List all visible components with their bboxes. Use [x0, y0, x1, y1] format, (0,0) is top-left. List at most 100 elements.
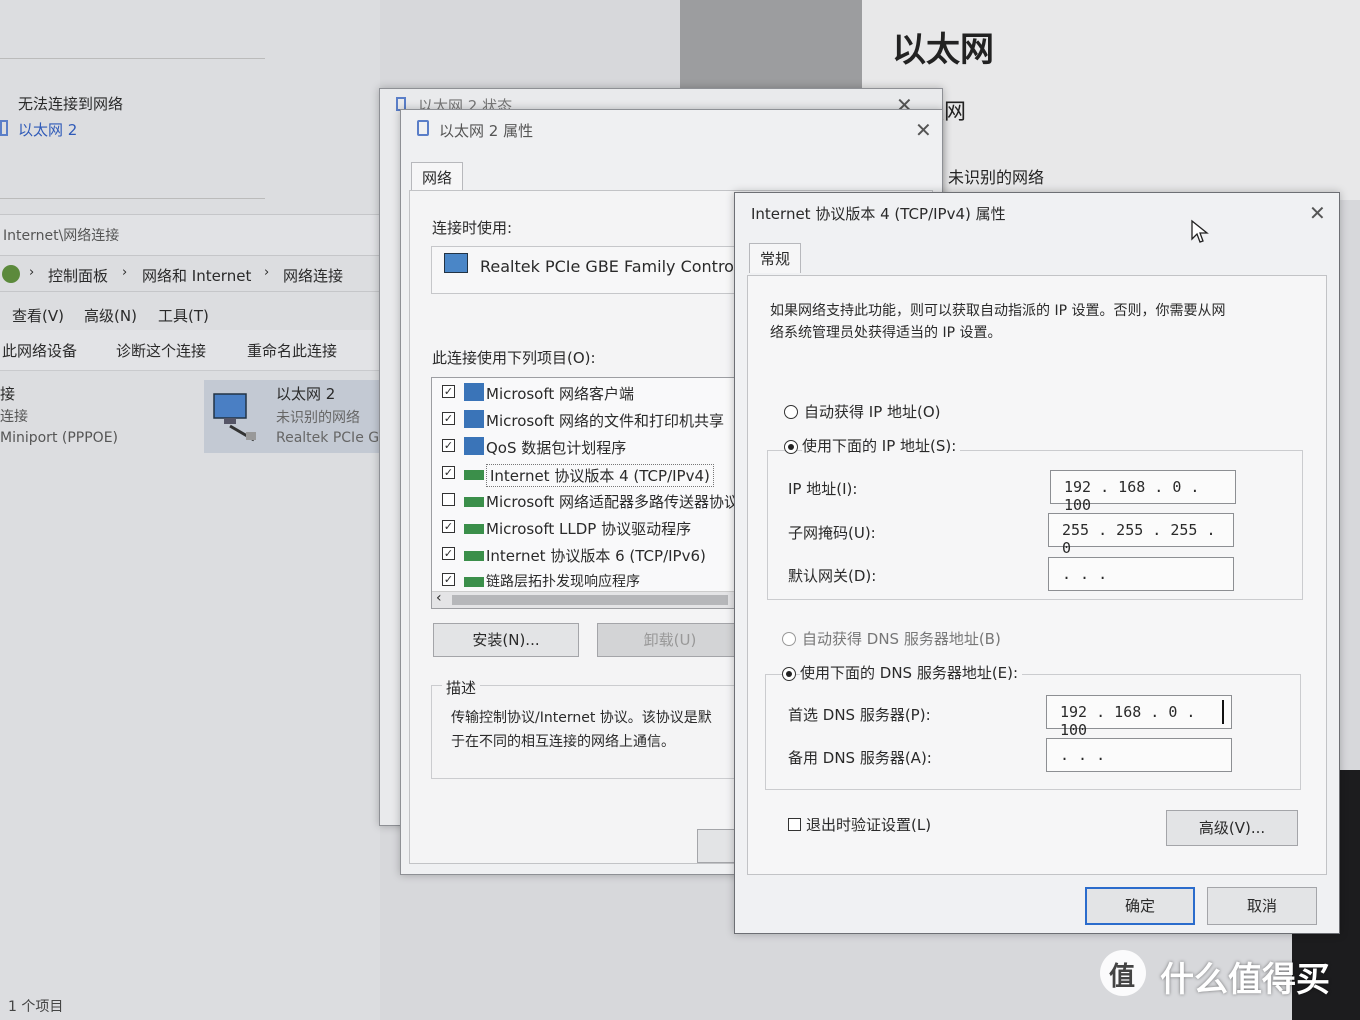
- breadcrumb-separator: ›: [122, 265, 128, 280]
- network-connections-window: 无法连接到网络 以太网 2 Internet\网络连接 › 控制面板 › 网络和…: [0, 0, 380, 1020]
- manual-dns-group: [765, 674, 1301, 790]
- horizontal-scrollbar[interactable]: ‹: [432, 590, 738, 608]
- list-item-label: Microsoft LLDP 协议驱动程序: [486, 520, 692, 538]
- scroll-left-icon[interactable]: ‹: [436, 590, 442, 606]
- list-item[interactable]: Microsoft 网络适配器多路传送器协议: [440, 489, 739, 515]
- menu-view[interactable]: 查看(V): [12, 305, 64, 326]
- description-text: 于在不同的相互连接的网络上通信。: [451, 734, 675, 750]
- protocol-icon: [464, 551, 484, 561]
- tab-network[interactable]: 网络: [411, 162, 464, 192]
- scrollbar-thumb[interactable]: [452, 595, 728, 605]
- protocol-icon: [464, 524, 484, 534]
- checkbox[interactable]: ✓: [442, 520, 455, 533]
- preferred-dns-label: 首选 DNS 服务器(P):: [788, 706, 931, 724]
- list-item[interactable]: ✓ QoS 数据包计划程序: [440, 435, 738, 461]
- alternate-dns-label: 备用 DNS 服务器(A):: [788, 749, 932, 767]
- preferred-dns-input[interactable]: 192 . 168 . 0 . 100: [1046, 695, 1232, 739]
- checkbox[interactable]: ✓: [442, 547, 455, 560]
- checkbox[interactable]: ✓: [442, 466, 455, 479]
- divider: [0, 291, 380, 292]
- install-button[interactable]: 安装(N)...: [433, 623, 579, 657]
- validate-settings-label[interactable]: 退出时验证设置(L): [806, 814, 931, 835]
- gateway-label: 默认网关(D):: [788, 567, 877, 585]
- validate-settings-checkbox[interactable]: [788, 818, 801, 831]
- watermark-glyph: 值: [1109, 962, 1136, 992]
- protocol-icon: [464, 497, 484, 507]
- connection-partial-3: Miniport (PPPOE): [0, 430, 118, 446]
- watermark-logo-icon: 值: [1100, 950, 1146, 996]
- list-item-label: Microsoft 网络适配器多路传送器协议: [486, 493, 739, 511]
- manual-dns-label[interactable]: 使用下面的 DNS 服务器地址(E):: [800, 662, 1023, 683]
- intro-text: 络系统管理员处获得适当的 IP 设置。: [770, 325, 1002, 341]
- grey-block: [680, 0, 862, 88]
- close-icon[interactable]: ✕: [915, 118, 932, 142]
- adapter-name: Realtek PCIe GBE Family Controller: [480, 257, 760, 276]
- ipv4-properties-dialog: Internet 协议版本 4 (TCP/IPv4) 属性 ✕ 常规 如果网络支…: [734, 192, 1340, 934]
- subnet-mask-label: 子网掩码(U):: [788, 524, 876, 542]
- manual-ip-label[interactable]: 使用下面的 IP 地址(S):: [802, 435, 961, 456]
- list-item-label: Microsoft 网络客户端: [486, 385, 635, 403]
- adapter-box: Realtek PCIe GBE Family Controller: [431, 246, 759, 294]
- connection-partial-1: 接: [0, 385, 16, 403]
- list-item[interactable]: ✓ Microsoft 网络的文件和打印机共享: [440, 408, 738, 434]
- settings-network-status: 未识别的网络: [948, 168, 1045, 187]
- subnet-mask-input[interactable]: 255 . 255 . 255 . 0: [1048, 513, 1234, 557]
- menu-tools[interactable]: 工具(T): [158, 305, 209, 326]
- rename-button[interactable]: 重命名此连接: [247, 340, 337, 361]
- diagnose-button[interactable]: 诊断这个连接: [116, 340, 206, 361]
- close-icon[interactable]: ✕: [1309, 201, 1326, 225]
- intro-text: 如果网络支持此功能，则可以获取自动指派的 IP 设置。否则，你需要从网: [770, 303, 1226, 319]
- checkbox[interactable]: ✓: [442, 439, 455, 452]
- menu-advanced[interactable]: 高级(N): [84, 305, 137, 326]
- components-list[interactable]: ✓ Microsoft 网络客户端 ✓ Microsoft 网络的文件和打印机共…: [431, 377, 739, 609]
- network-adapter-icon: [210, 388, 260, 444]
- list-item-selected[interactable]: ✓ Internet 协议版本 4 (TCP/IPv4): [440, 462, 738, 488]
- list-item[interactable]: ✓ Internet 协议版本 6 (TCP/IPv6): [440, 543, 738, 569]
- breadcrumb-item-connections[interactable]: 网络连接: [283, 265, 343, 286]
- adapter-device: Realtek PCIe G: [276, 430, 380, 446]
- checkbox[interactable]: ✓: [442, 412, 455, 425]
- advanced-button[interactable]: 高级(V)...: [1166, 810, 1298, 846]
- properties-window-icon: [417, 120, 429, 136]
- description-label: 描述: [442, 677, 481, 698]
- auto-dns-label[interactable]: 自动获得 DNS 服务器地址(B): [802, 628, 1001, 649]
- disable-device-button[interactable]: 此网络设备: [2, 340, 77, 361]
- cancel-button[interactable]: 取消: [1207, 887, 1317, 925]
- connect-using-label: 连接时使用:: [432, 219, 513, 237]
- checkbox[interactable]: [442, 493, 455, 506]
- menu-bar: 查看(V) 高级(N) 工具(T): [0, 302, 380, 328]
- uninstall-button[interactable]: 卸载(U): [597, 623, 743, 657]
- command-bar: 此网络设备 诊断这个连接 重命名此连接: [0, 330, 380, 371]
- list-item-label: 链路层拓扑发现响应程序: [486, 574, 640, 590]
- watermark-text: 什么值得买: [1160, 960, 1330, 1000]
- gateway-input[interactable]: . . .: [1048, 557, 1234, 591]
- breadcrumb-item-control-panel[interactable]: 控制面板: [48, 265, 108, 286]
- divider: [0, 58, 265, 59]
- auto-ip-radio[interactable]: [784, 405, 798, 419]
- address-path: Internet\网络连接: [3, 228, 120, 244]
- list-item[interactable]: ✓ Microsoft 网络客户端: [440, 381, 738, 407]
- file-sharing-icon: [464, 410, 484, 428]
- divider: [0, 198, 265, 199]
- manual-dns-radio[interactable]: [782, 667, 796, 681]
- description-text: 传输控制协议/Internet 协议。该协议是默: [451, 710, 712, 726]
- auto-dns-radio[interactable]: [782, 632, 796, 646]
- adapter-item-ethernet2[interactable]: 以太网 2 未识别的网络 Realtek PCIe G: [204, 380, 380, 453]
- breadcrumb-item-network[interactable]: 网络和 Internet: [142, 265, 251, 286]
- no-connection-status: 无法连接到网络: [18, 95, 124, 113]
- ip-address-input[interactable]: 192 . 168 . 0 . 100: [1050, 470, 1236, 514]
- auto-ip-label[interactable]: 自动获得 IP 地址(O): [804, 401, 941, 422]
- list-item[interactable]: ✓ Microsoft LLDP 协议驱动程序: [440, 516, 738, 542]
- network-link-ethernet2[interactable]: 以太网 2: [18, 119, 77, 140]
- ok-button[interactable]: 确定: [1085, 887, 1195, 925]
- breadcrumb-separator: ›: [264, 265, 270, 280]
- list-item-label: QoS 数据包计划程序: [486, 439, 627, 457]
- alternate-dns-input[interactable]: . . .: [1046, 738, 1232, 772]
- properties-window-title: 以太网 2 属性: [439, 122, 534, 140]
- manual-ip-radio[interactable]: [784, 440, 798, 454]
- cursor-icon: [1190, 219, 1210, 245]
- checkbox[interactable]: ✓: [442, 385, 455, 398]
- tab-general[interactable]: 常规: [749, 243, 802, 273]
- checkbox[interactable]: ✓: [442, 573, 455, 586]
- adapter-name: 以太网 2: [276, 385, 336, 403]
